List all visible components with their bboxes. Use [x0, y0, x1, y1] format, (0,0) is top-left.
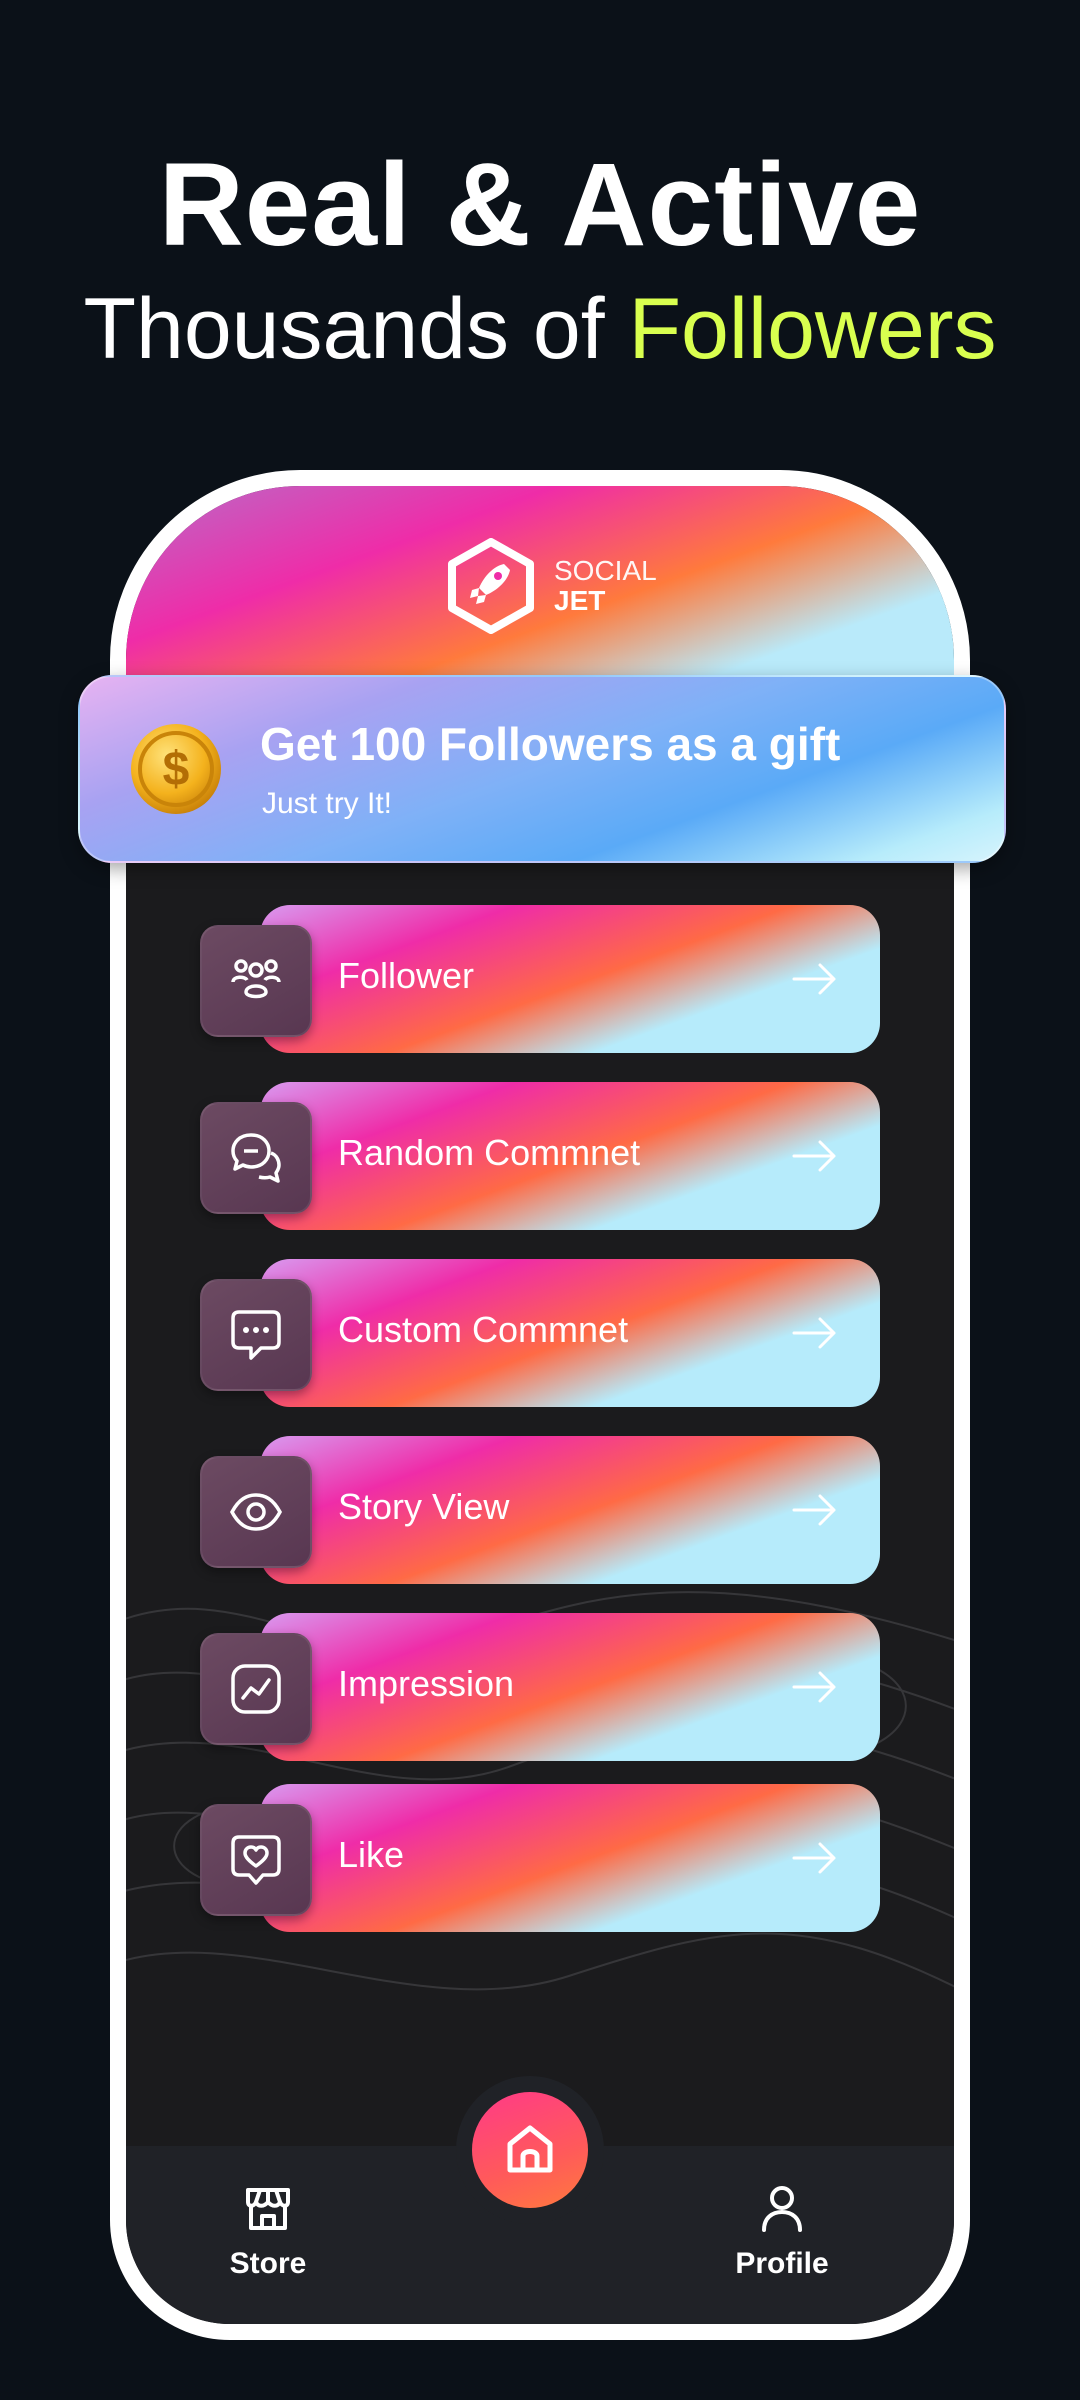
menu-item-label: Like — [338, 1834, 405, 1875]
home-button[interactable] — [472, 2092, 588, 2208]
menu-item-icon-tile — [200, 1456, 312, 1568]
nav-store[interactable]: Store — [198, 2182, 338, 2281]
nav-store-label: Store — [229, 2247, 307, 2280]
arrow-right-icon — [792, 963, 836, 995]
menu-item-label: Follower — [338, 955, 475, 996]
heart-bubble-icon — [231, 1835, 281, 1885]
home-button-cradle — [456, 2076, 604, 2224]
gift-banner[interactable]: $ Get 100 Followers as a gift Just try I… — [78, 675, 1006, 863]
menu-item-like[interactable]: Like — [200, 1784, 880, 1932]
menu-item-icon-tile — [200, 1804, 312, 1916]
menu-item-impression[interactable]: Impression — [200, 1613, 880, 1761]
profile-icon — [762, 2186, 802, 2232]
menu-item-story-view[interactable]: Story View — [200, 1436, 880, 1584]
store-icon — [246, 2188, 290, 2230]
followers-group-icon — [231, 959, 281, 999]
menu-item-icon-tile — [200, 1633, 312, 1745]
nav-profile-label: Profile — [735, 2247, 829, 2280]
brand-logo: SOCIAL JET — [446, 538, 657, 634]
arrow-right-icon — [792, 1842, 836, 1874]
trend-chart-icon — [231, 1664, 281, 1714]
headline-line2-accent: Followers — [628, 281, 997, 377]
gift-banner-title: Get 100 Followers as a gift — [260, 718, 841, 770]
menu-item-follower[interactable]: Follower — [200, 905, 880, 1053]
arrow-right-icon — [792, 1317, 836, 1349]
brand-name-line1: SOCIAL — [554, 555, 657, 586]
gift-banner-subtitle: Just try It! — [262, 787, 393, 820]
arrow-right-icon — [792, 1140, 836, 1172]
headline: Real & Active Thousands of Followers — [0, 140, 1080, 384]
brand-name-line2: JET — [554, 585, 606, 616]
rocket-hexagon-icon — [448, 538, 534, 634]
menu-item-random-comment[interactable]: Random Commnet — [200, 1082, 880, 1230]
menu-item-label: Custom Commnet — [338, 1309, 629, 1350]
dollar-coin-icon: $ — [131, 724, 221, 814]
menu-item-label: Impression — [338, 1663, 515, 1704]
arrow-right-icon — [792, 1494, 836, 1526]
headline-line1: Real & Active — [158, 139, 922, 271]
svg-text:$: $ — [163, 743, 190, 796]
nav-profile[interactable]: Profile — [712, 2182, 852, 2281]
chat-dots-icon — [231, 1310, 281, 1360]
headline-line2: Thousands of Followers — [0, 274, 1080, 384]
menu-item-icon-tile — [200, 1279, 312, 1391]
menu-item-label: Story View — [338, 1486, 510, 1527]
menu-item-custom-comment[interactable]: Custom Commnet — [200, 1259, 880, 1407]
menu-item-label: Random Commnet — [338, 1132, 641, 1173]
menu-item-icon-tile — [200, 925, 312, 1037]
chat-bubbles-icon — [231, 1133, 281, 1183]
arrow-right-icon — [792, 1671, 836, 1703]
eye-icon — [230, 1493, 282, 1531]
headline-line2-prefix: Thousands of — [83, 281, 629, 377]
menu-item-icon-tile — [200, 1102, 312, 1214]
home-icon — [507, 2125, 553, 2173]
